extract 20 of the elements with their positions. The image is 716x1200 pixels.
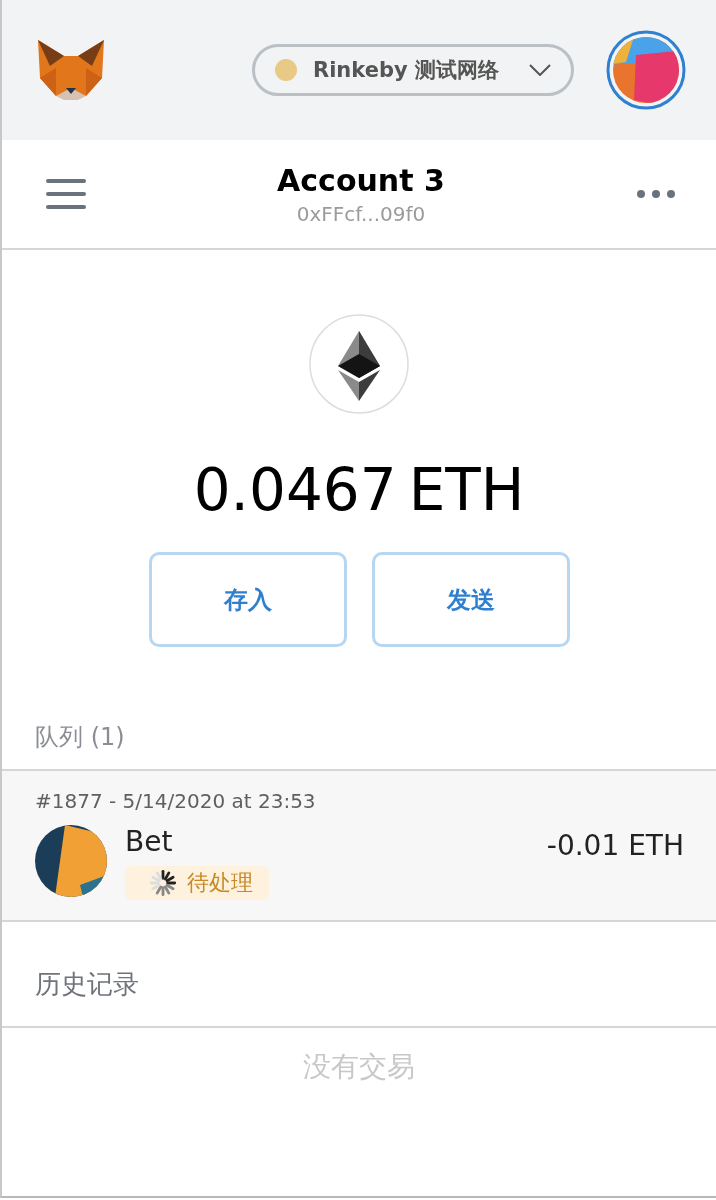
account-name[interactable]: Account 3 bbox=[277, 162, 445, 198]
menu-icon[interactable] bbox=[46, 179, 86, 209]
network-dropdown[interactable]: Rinkeby 测试网络 bbox=[252, 44, 574, 96]
chevron-down-icon bbox=[529, 64, 551, 76]
balance-amount: 0.0467 bbox=[193, 456, 397, 524]
transaction-date: #1877 - 5/14/2020 at 23:53 bbox=[35, 789, 317, 813]
history-heading: 历史记录 bbox=[35, 967, 139, 1001]
spinner-icon bbox=[149, 869, 177, 897]
transaction-row[interactable]: #1877 - 5/14/2020 at 23:53 Bet 待处理 -0.01 ETH bbox=[2, 771, 716, 922]
ethereum-icon bbox=[309, 314, 409, 414]
transaction-amount: -0.01 ETH bbox=[546, 829, 684, 862]
more-options-icon[interactable] bbox=[636, 189, 676, 199]
deposit-button[interactable]: 存入 bbox=[148, 552, 347, 647]
queue-heading: 队列 (1) bbox=[35, 722, 125, 753]
send-button[interactable]: 发送 bbox=[371, 552, 570, 647]
account-avatar-icon[interactable] bbox=[606, 30, 686, 110]
transaction-title: Bet bbox=[125, 825, 174, 858]
balance-unit: ETH bbox=[408, 456, 525, 524]
fox-logo-icon[interactable] bbox=[36, 38, 106, 102]
status-badge: 待处理 bbox=[125, 866, 269, 900]
